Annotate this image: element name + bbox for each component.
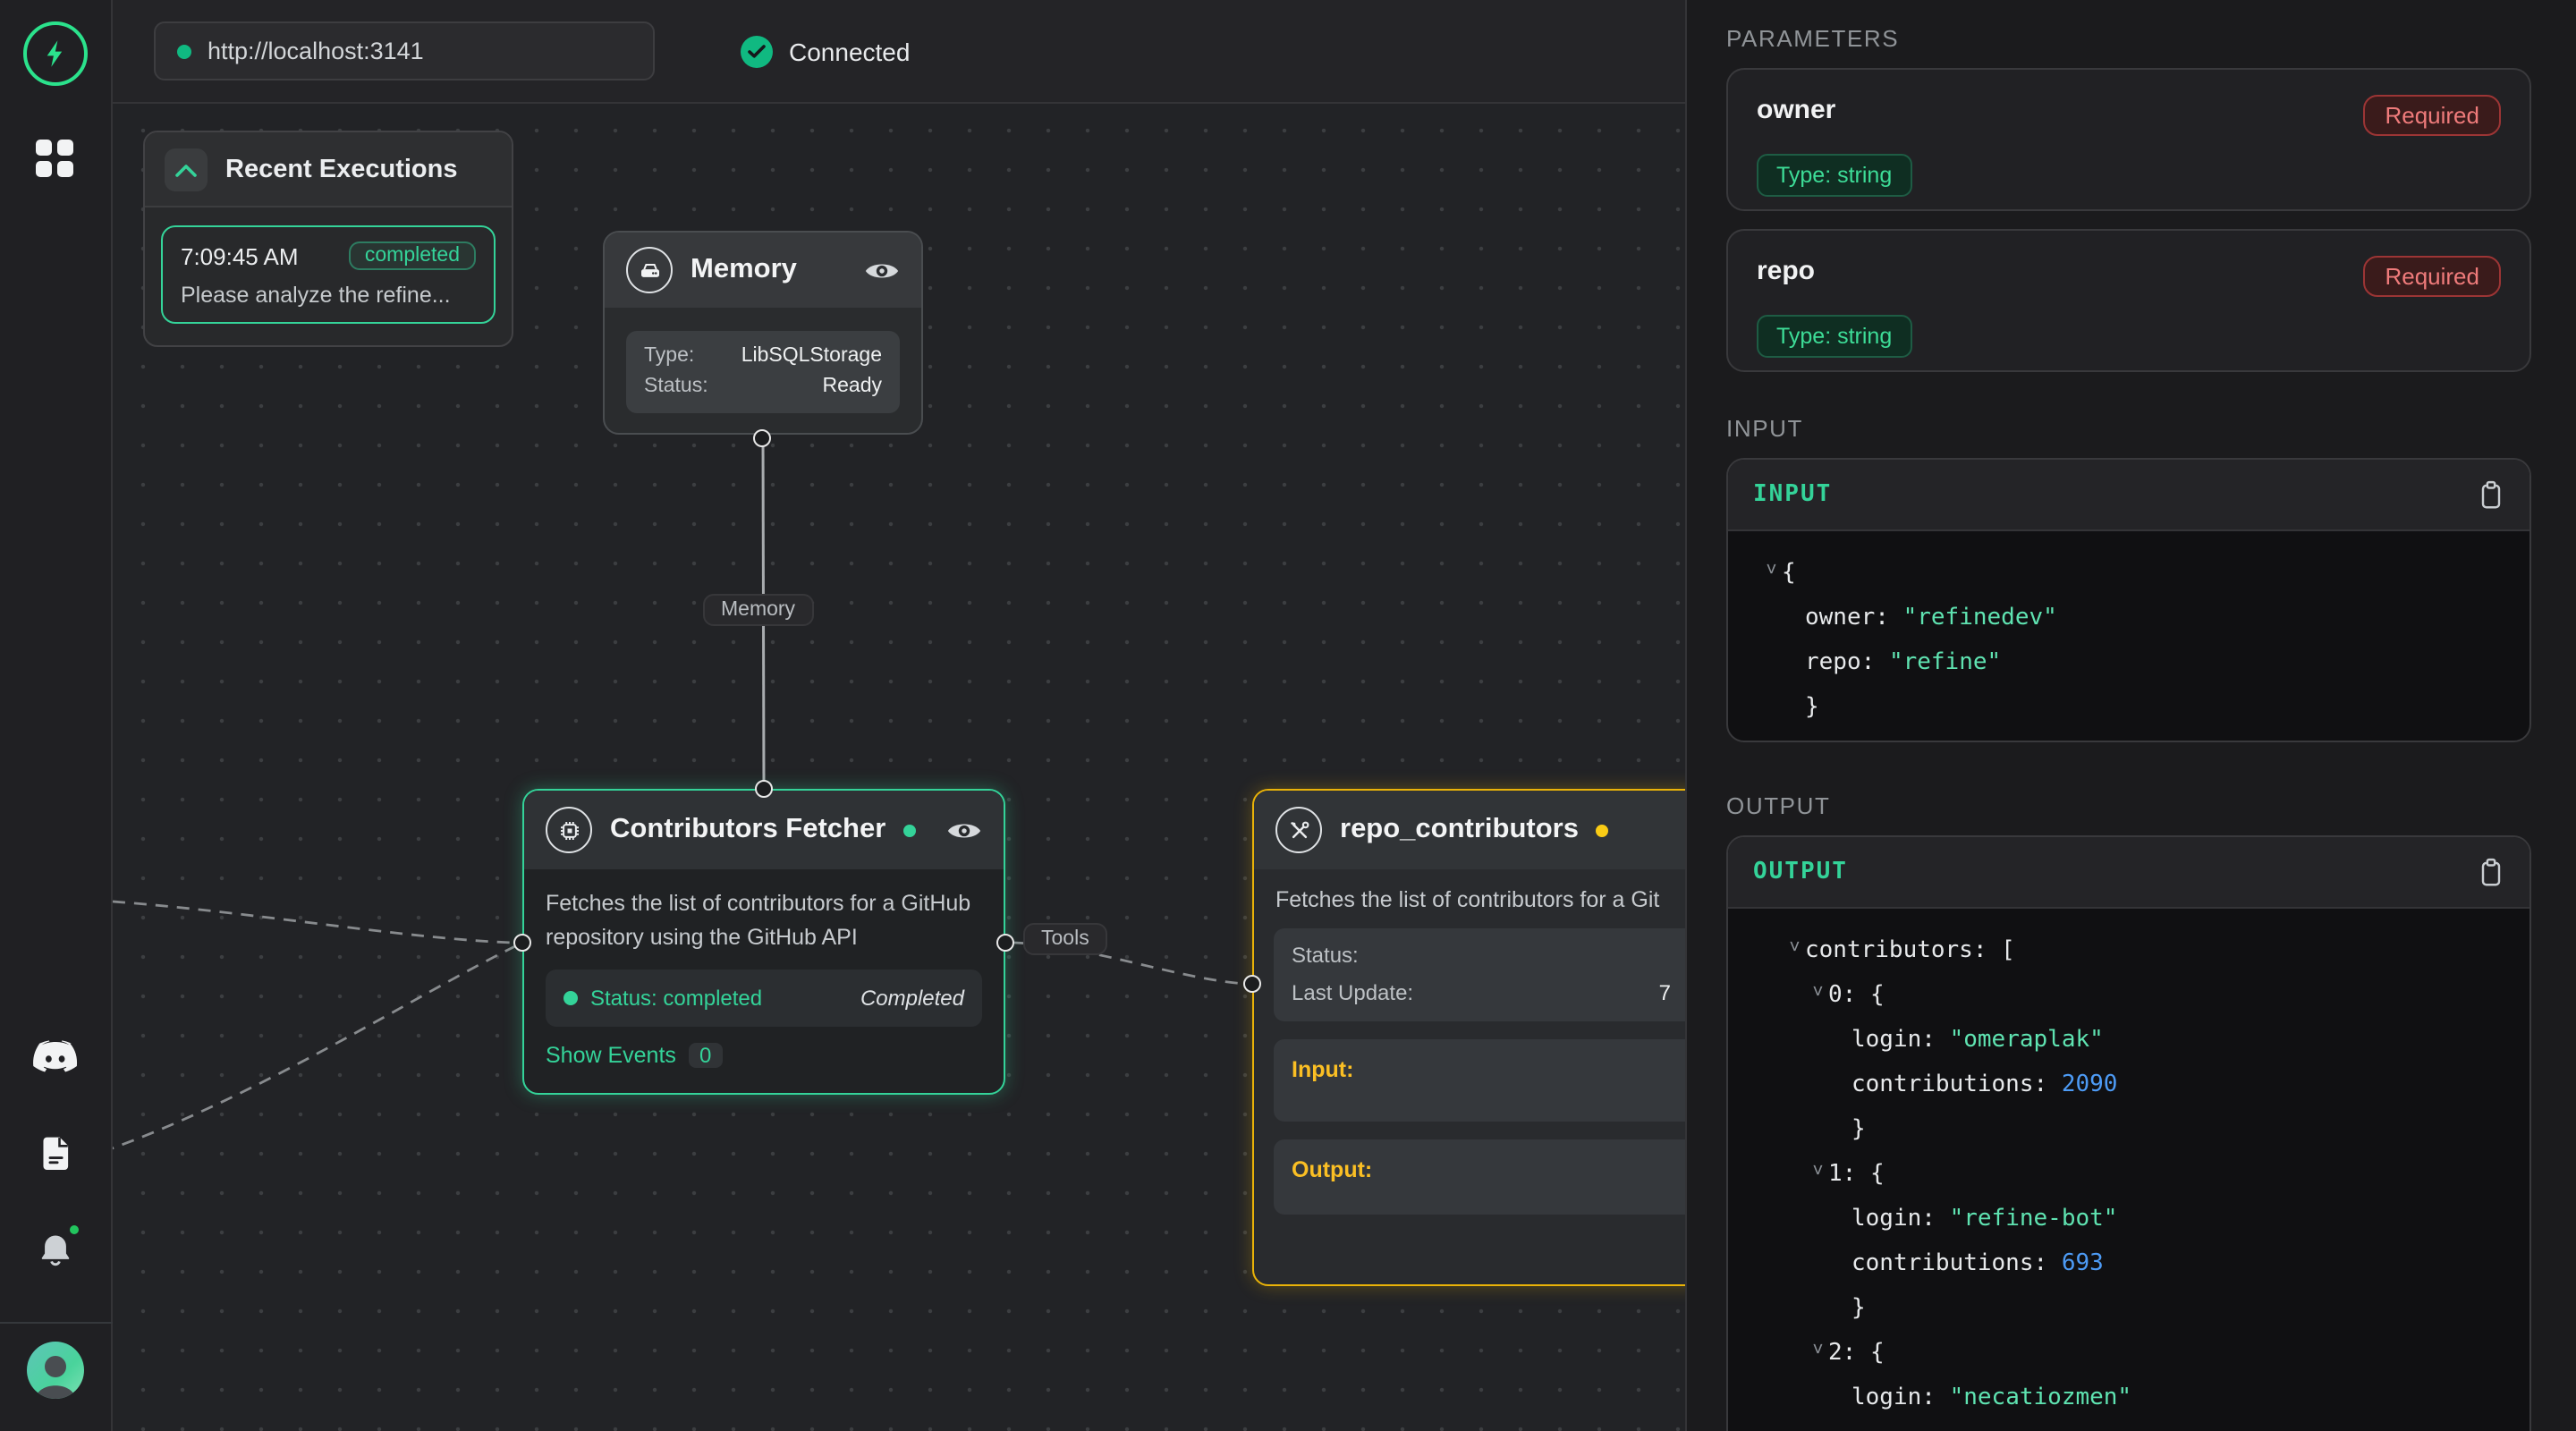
input-json-tree[interactable]: >{ owner: "refinedev" repo: "refine" }	[1728, 531, 2529, 742]
input-code-card: INPUT >{ owner: "refinedev" repo: "refin…	[1726, 458, 2531, 742]
output-json-tree[interactable]: >contributors: [>0: { login: "omeraplak"…	[1728, 909, 2529, 1431]
notification-dot	[66, 1222, 82, 1238]
tool-active-dot	[1597, 824, 1609, 836]
memory-type-label: Type:	[644, 342, 694, 372]
execution-item[interactable]: 7:09:45 AM completed Please analyze the …	[161, 225, 496, 324]
sidebar	[0, 0, 113, 1431]
tool-status-panel: Status: Last Update: 7	[1274, 928, 1685, 1021]
edge-label-memory: Memory	[703, 594, 813, 626]
required-badge: Required	[2363, 95, 2501, 136]
required-badge: Required	[2363, 256, 2501, 297]
agent-right-handle[interactable]	[996, 934, 1014, 952]
tool-description: Fetches the list of contributors for a G…	[1254, 869, 1685, 912]
details-panel: PARAMETERS owner Required Type: string r…	[1685, 0, 2576, 1431]
agent-status-value: Completed	[860, 986, 964, 1011]
events-count-badge: 0	[689, 1043, 722, 1068]
app-logo-lightning-icon[interactable]	[23, 21, 88, 86]
workflow-canvas[interactable]: Memory Tools Recent Executions 7:09:45 A…	[113, 104, 1685, 1431]
recent-executions-header: Recent Executions	[145, 132, 512, 207]
input-code-title: INPUT	[1753, 481, 1832, 508]
agent-active-dot	[903, 824, 916, 836]
apps-grid-icon[interactable]	[36, 140, 75, 179]
tools-icon	[1275, 807, 1322, 853]
agent-node-title: Contributors Fetcher	[610, 814, 886, 846]
tool-input-label: Input:	[1292, 1057, 1353, 1082]
output-section-label: OUTPUT	[1726, 792, 1831, 819]
chip-icon	[546, 807, 592, 853]
eye-icon[interactable]	[946, 818, 982, 842]
tool-left-handle[interactable]	[1243, 975, 1261, 993]
type-badge: Type: string	[1757, 315, 1911, 358]
topbar: http://localhost:3141 Connected	[113, 0, 1685, 104]
tool-update-label: Last Update:	[1292, 975, 1413, 1012]
recent-executions-title: Recent Executions	[225, 155, 458, 183]
agent-status-text: Status: completed	[590, 986, 762, 1011]
discord-icon[interactable]	[30, 1032, 80, 1082]
eye-icon[interactable]	[864, 258, 900, 282]
agent-left-handle[interactable]	[513, 934, 531, 952]
recent-executions-panel: Recent Executions 7:09:45 AM completed P…	[143, 131, 513, 347]
docs-icon[interactable]	[30, 1129, 80, 1179]
parameters-section-label: PARAMETERS	[1726, 25, 1899, 52]
contributors-fetcher-node[interactable]: Contributors Fetcher Fetches the list of…	[522, 789, 1005, 1095]
type-badge: Type: string	[1757, 154, 1911, 197]
agent-status-bar: Status: completed Completed	[546, 970, 982, 1027]
notifications-bell-icon[interactable]	[30, 1225, 80, 1275]
parameter-card-repo: repo Required Type: string	[1726, 229, 2531, 372]
copy-icon[interactable]	[2478, 479, 2504, 510]
tool-output-panel: Output:	[1274, 1139, 1685, 1215]
memory-info-panel: Type: LibSQLStorage Status: Ready	[626, 331, 900, 413]
agent-description: Fetches the list of contributors for a G…	[524, 869, 1004, 955]
tool-input-panel: Input:	[1274, 1039, 1685, 1122]
memory-node-title: Memory	[691, 254, 797, 286]
tool-node-title: repo_contributors	[1340, 814, 1579, 846]
edge-label-tools: Tools	[1023, 923, 1107, 955]
show-events-link[interactable]: Show Events 0	[546, 1043, 982, 1068]
agent-top-handle[interactable]	[755, 780, 773, 798]
storage-icon	[626, 247, 673, 293]
server-url-text: http://localhost:3141	[208, 38, 424, 64]
tool-status-label: Status:	[1292, 937, 1359, 975]
server-status-dot	[177, 44, 191, 58]
parameter-name: repo	[1757, 256, 1815, 286]
output-code-card: OUTPUT >contributors: [>0: { login: "ome…	[1726, 835, 2531, 1431]
sidebar-divider	[0, 1322, 112, 1324]
parameter-name: owner	[1757, 95, 1835, 125]
memory-type-value: LibSQLStorage	[741, 342, 882, 372]
connected-check-icon	[741, 35, 773, 67]
memory-node[interactable]: Memory Type: LibSQLStorage Status: Ready	[603, 231, 923, 435]
execution-time: 7:09:45 AM	[181, 242, 299, 269]
user-avatar[interactable]	[27, 1342, 84, 1399]
status-dot-green	[564, 991, 578, 1005]
execution-status-badge: completed	[349, 241, 476, 270]
server-url-input[interactable]: http://localhost:3141	[154, 21, 655, 80]
collapse-button[interactable]	[165, 148, 208, 191]
input-section-label: INPUT	[1726, 415, 1803, 442]
output-code-title: OUTPUT	[1753, 859, 1848, 885]
repo-contributors-node[interactable]: repo_contributors Fetches the list of co…	[1252, 789, 1685, 1286]
memory-bottom-handle[interactable]	[753, 429, 771, 447]
copy-icon[interactable]	[2478, 857, 2504, 887]
connection-status: Connected	[741, 35, 910, 67]
memory-status-value: Ready	[823, 372, 883, 402]
execution-prompt: Please analyze the refine...	[181, 283, 476, 308]
tool-output-label: Output:	[1292, 1157, 1372, 1182]
tool-update-value: 7	[1659, 975, 1671, 1012]
connected-label: Connected	[789, 37, 910, 65]
parameter-card-owner: owner Required Type: string	[1726, 68, 2531, 211]
memory-status-label: Status:	[644, 372, 708, 402]
